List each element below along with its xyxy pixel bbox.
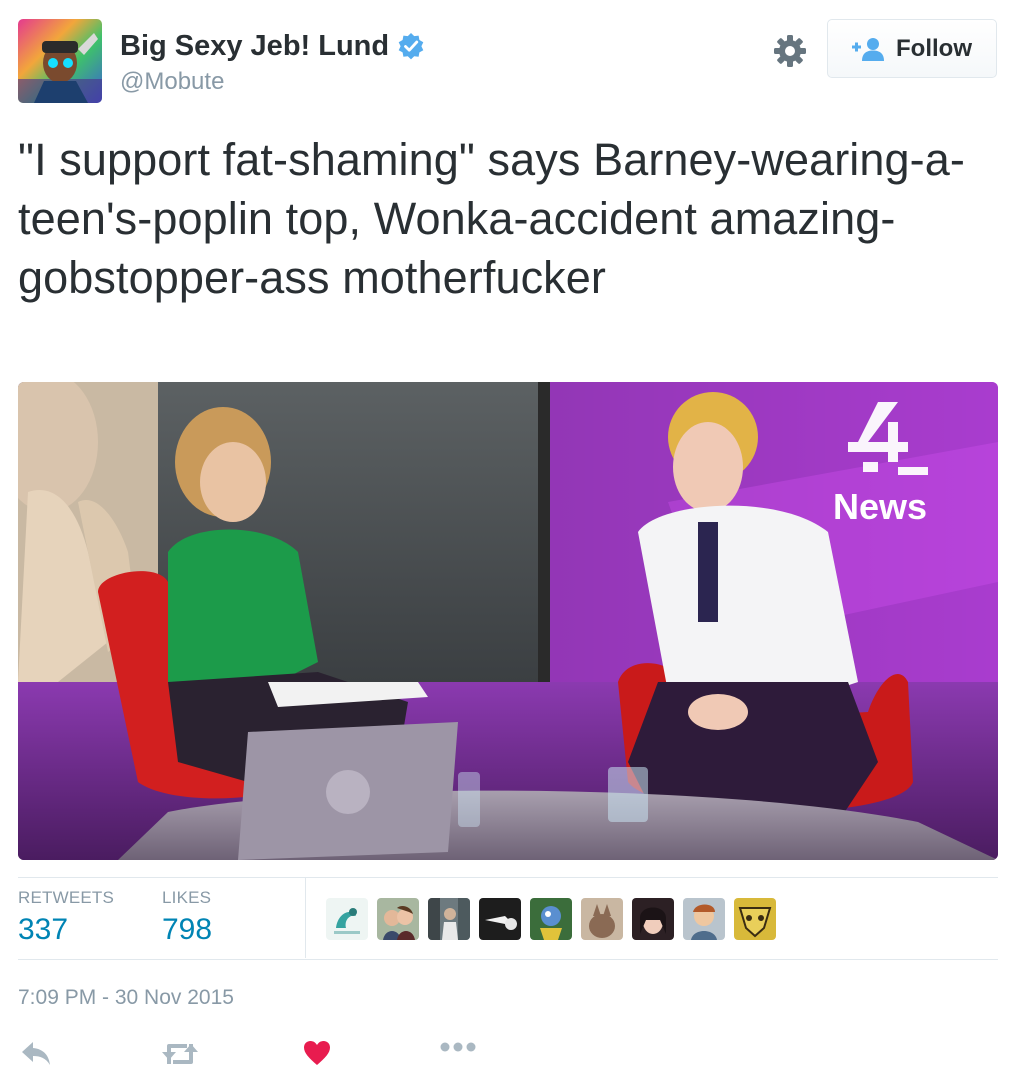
liker-avatar[interactable] xyxy=(428,898,470,940)
liker-avatar[interactable] xyxy=(326,898,368,940)
stats-vertical-divider xyxy=(305,878,306,958)
liker-avatar[interactable] xyxy=(683,898,725,940)
likes-stat[interactable]: LIKES 798 xyxy=(162,888,212,948)
stats-bottom-divider xyxy=(18,959,998,960)
gear-icon[interactable] xyxy=(771,32,809,70)
author-avatar[interactable] xyxy=(18,19,102,103)
stats-top-divider xyxy=(18,877,998,878)
liker-avatar[interactable] xyxy=(530,898,572,940)
retweets-label: RETWEETS xyxy=(18,888,115,907)
liker-avatars xyxy=(326,898,776,940)
reply-button[interactable] xyxy=(20,1040,52,1068)
person-add-icon xyxy=(852,37,884,61)
verified-badge-icon xyxy=(398,33,424,60)
likes-count: 798 xyxy=(162,913,213,946)
reply-icon xyxy=(22,1042,50,1065)
follow-button[interactable]: Follow xyxy=(827,19,997,78)
retweet-button[interactable] xyxy=(161,1040,199,1068)
liker-avatar[interactable] xyxy=(479,898,521,940)
liker-avatar[interactable] xyxy=(581,898,623,940)
author-name-row[interactable]: Big Sexy Jeb! Lund xyxy=(120,28,425,64)
liker-avatar[interactable] xyxy=(377,898,419,940)
tweet-text: "I support fat-shaming" says Barney-wear… xyxy=(18,134,965,303)
retweets-count: 337 xyxy=(18,913,69,946)
tweet-media-photo[interactable]: News xyxy=(18,382,998,860)
media-logo-text: News xyxy=(833,486,927,527)
liker-avatar[interactable] xyxy=(734,898,776,940)
more-options-button[interactable] xyxy=(440,1040,476,1054)
tweet-timestamp[interactable]: 7:09 PM - 30 Nov 2015 xyxy=(18,985,234,1011)
more-dots-icon xyxy=(440,1042,476,1052)
retweet-icon xyxy=(162,1044,198,1064)
follow-button-label: Follow xyxy=(896,34,972,62)
like-button[interactable] xyxy=(303,1040,331,1066)
author-display-name[interactable]: Big Sexy Jeb! Lund xyxy=(120,28,389,64)
retweets-stat[interactable]: RETWEETS 337 xyxy=(18,888,114,948)
likes-label: LIKES xyxy=(162,888,212,907)
liker-avatar[interactable] xyxy=(632,898,674,940)
author-handle[interactable]: @Mobute xyxy=(120,67,224,97)
heart-icon xyxy=(304,1041,330,1065)
